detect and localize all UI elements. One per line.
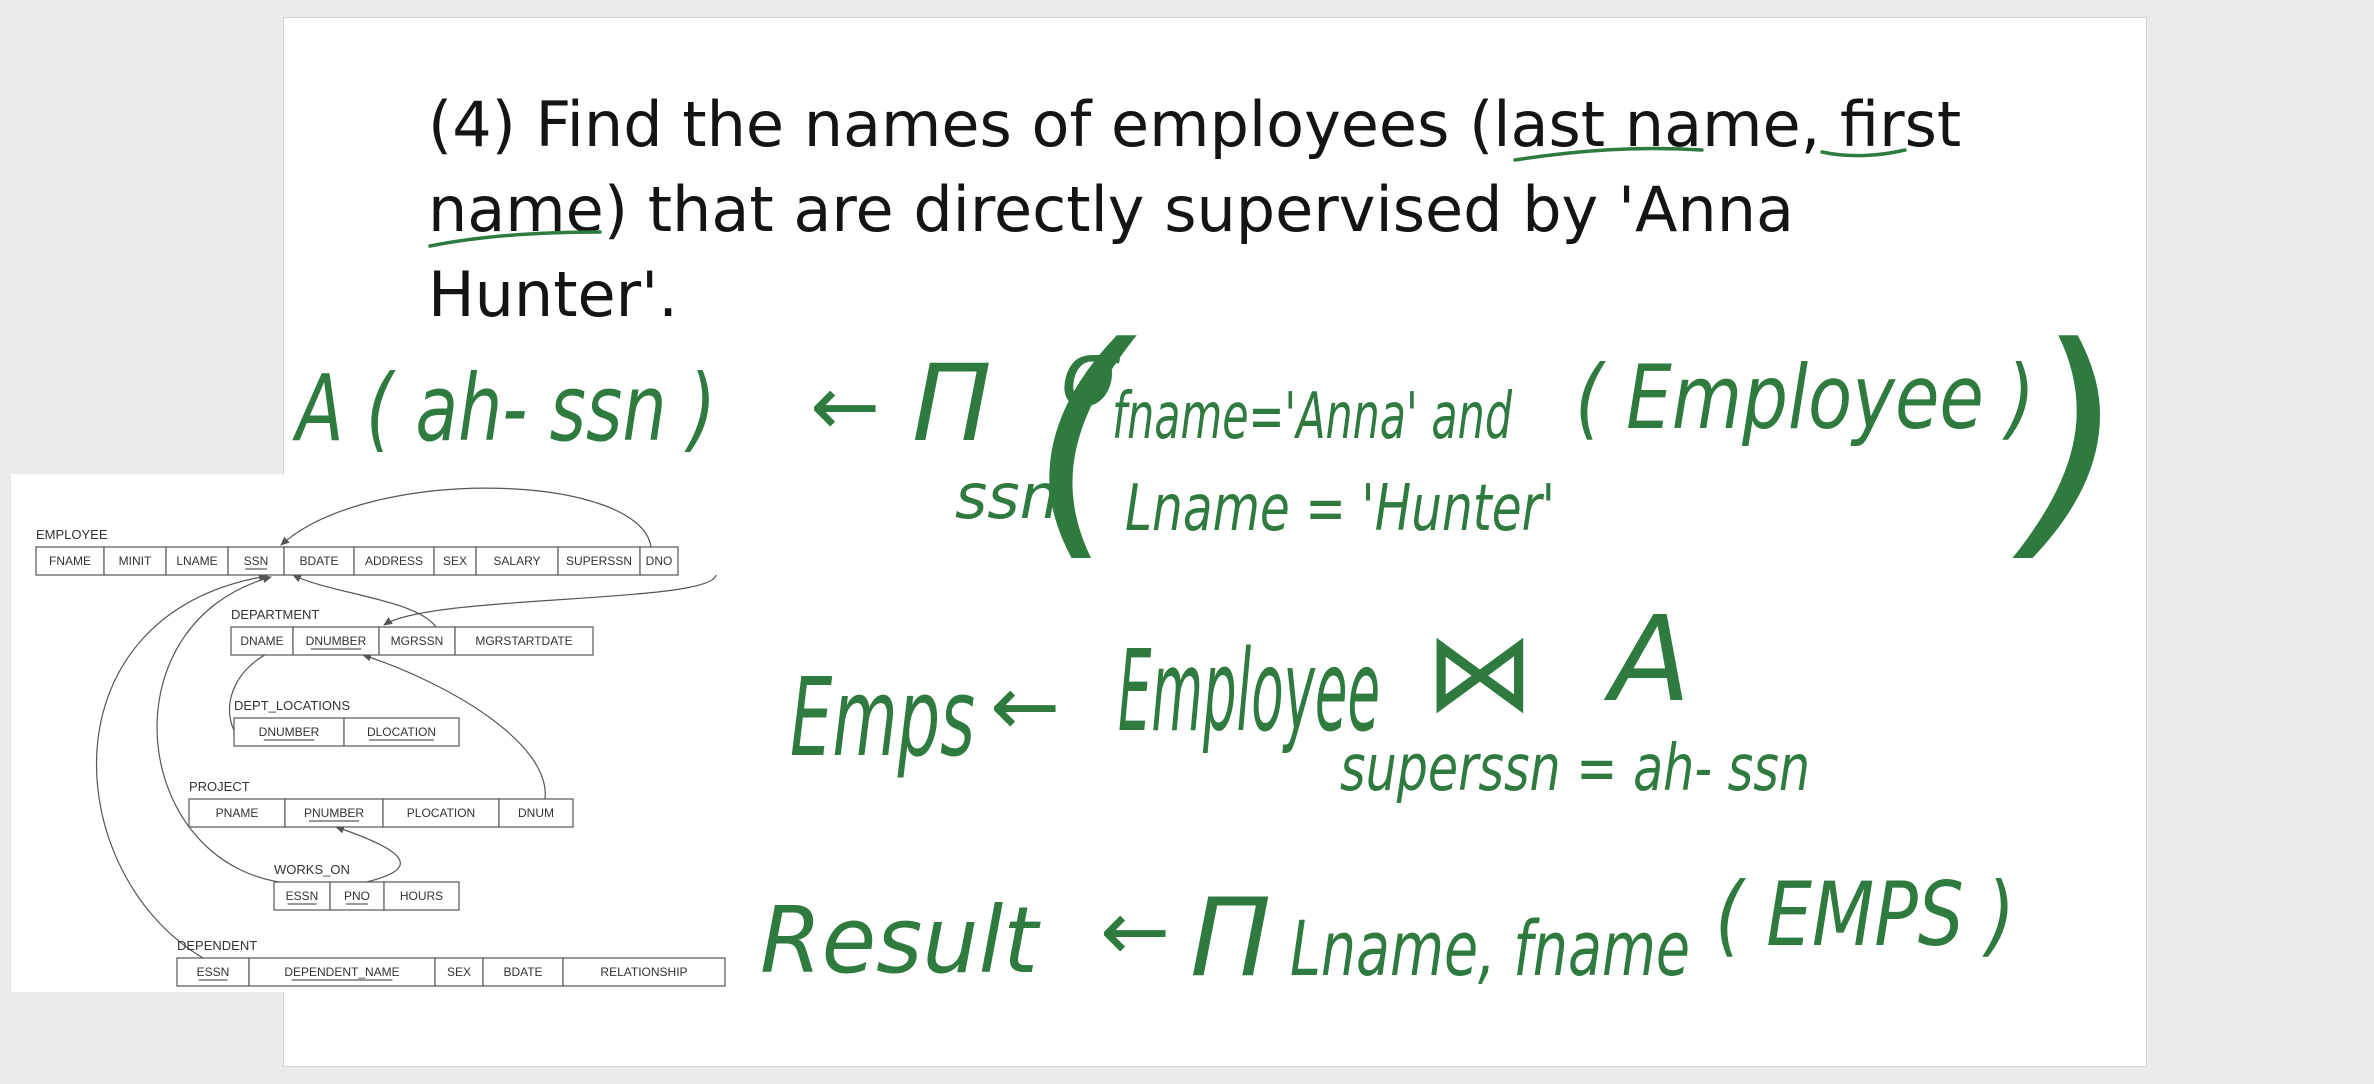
attribute-name: SSN [244,554,269,568]
attribute-name: RELATIONSHIP [600,965,687,979]
attribute-name: MGRSSN [391,634,444,648]
table-dependent: DEPENDENT ESSN DEPENDENT_NAME SEX BDATE RELAT… [176,938,726,987]
attribute-name: BDATE [503,965,542,979]
attribute-name: DNUMBER [259,725,320,739]
attribute-name: SUPERSSN [566,554,632,568]
table-works-on: WORKS_ON ESSN PNO HOURS [273,862,460,911]
question-line: (4) Find the names of employees (last na… [428,88,1962,161]
attribute-name: LNAME [176,554,217,568]
attribute-name: SALARY [493,554,540,568]
attribute-name: SEX [443,554,467,568]
attribute-name: SEX [447,965,471,979]
fk-arrow-superssn-to-ssn [280,487,652,548]
company-schema-diagram: EMPLOYEE FNAME MINIT LNAME SSN BDATE ADDRESS SE… [11,474,727,992]
table-employee: EMPLOYEE FNAME MINIT LNAME SSN BDATE ADDRESS SE… [35,527,679,576]
attribute-name: HOURS [400,889,443,903]
fk-arrow-dno-to-dnumber [383,574,717,626]
question-text: (4) Find the names of employees (last na… [428,82,1988,337]
attribute-name: PNAME [216,806,259,820]
table-title: WORKS_ON [274,862,350,877]
table-title: DEPENDENT [177,938,257,953]
table-title: DEPARTMENT [231,607,319,622]
attribute-name: ADDRESS [365,554,423,568]
table-title: DEPT_LOCATIONS [234,698,350,713]
table-title: EMPLOYEE [36,527,108,542]
table-department: DEPARTMENT DNAME DNUMBER MGRSSN MGRSTARTDATE [230,607,594,656]
attribute-name: DEPENDENT_NAME [284,965,399,979]
attribute-name: PLOCATION [407,806,475,820]
attribute-name: MGRSTARTDATE [475,634,572,648]
question-line: Hunter'. [428,258,678,331]
attribute-name: ESSN [286,889,319,903]
attribute-name: PNUMBER [304,806,364,820]
table-project: PROJECT PNAME PNUMBER PLOCATION DNUM [188,779,574,828]
attribute-name: PNO [344,889,370,903]
attribute-name: ESSN [197,965,230,979]
table-title: PROJECT [189,779,250,794]
attribute-name: DNUMBER [306,634,367,648]
attribute-name: BDATE [299,554,338,568]
attribute-name: FNAME [49,554,91,568]
attribute-name: DNUM [518,806,554,820]
table-dept-locations: DEPT_LOCATIONS DNUMBER DLOCATION [233,698,460,747]
question-line: name) that are directly supervised by 'A… [428,173,1794,246]
attribute-name: DLOCATION [367,725,436,739]
attribute-name: DNAME [240,634,283,648]
attribute-name: DNO [646,554,673,568]
schema-diagram-svg: EMPLOYEE FNAME MINIT LNAME SSN BDATE ADDRESS SE… [35,487,726,987]
attribute-name: MINIT [119,554,152,568]
